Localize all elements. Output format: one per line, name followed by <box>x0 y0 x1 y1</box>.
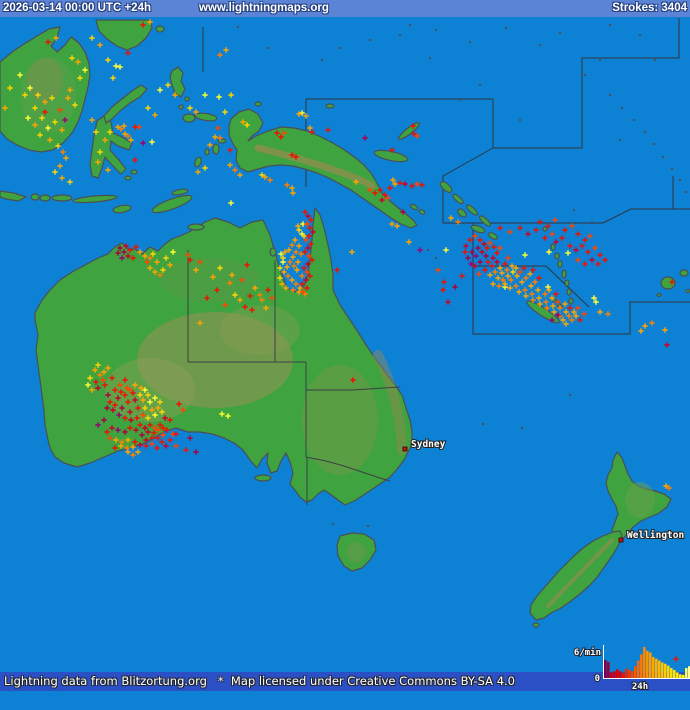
histogram-bar <box>610 672 613 678</box>
city-marker <box>618 537 624 543</box>
lightning-map[interactable]: Sydney Wellington 6/min 0 24h <box>0 0 690 691</box>
city-label: Sydney <box>411 439 446 450</box>
histogram-bar <box>619 671 622 678</box>
histogram-bar <box>607 661 610 678</box>
histogram-bar <box>676 672 679 678</box>
histogram-bar <box>661 662 664 678</box>
histogram-bar <box>613 671 616 678</box>
top-status-bar: 2026-03-14 00:00 UTC +24h www.lightningm… <box>0 0 690 17</box>
histogram-bar <box>646 650 649 678</box>
city-marker <box>402 446 408 452</box>
histogram-bar <box>649 652 652 678</box>
histogram-bar <box>637 660 640 678</box>
strokes-counter: Strokes: 3404 <box>612 2 687 14</box>
histogram-bar <box>604 660 607 678</box>
histogram-bar <box>682 674 685 678</box>
histogram-bar <box>679 674 682 678</box>
histogram-bar <box>625 668 628 678</box>
histogram-rate-label: 6/min <box>574 647 601 658</box>
histogram-bar <box>658 660 661 678</box>
histogram-bar <box>640 654 643 678</box>
histogram-bar <box>643 647 646 678</box>
histogram-bar <box>616 669 619 678</box>
city-label: Wellington <box>627 530 684 541</box>
histogram-bar <box>652 656 655 678</box>
histogram-bar <box>664 663 667 678</box>
lightningmaps-page: { "header": { "timestamp": "2026-03-14 0… <box>0 0 690 691</box>
site-title-link[interactable]: www.lightningmaps.org <box>199 0 329 17</box>
histogram-bar <box>667 665 670 678</box>
histogram-bar <box>670 668 673 678</box>
histogram-bar <box>673 669 676 678</box>
histogram-bar <box>631 671 634 678</box>
histogram-bar <box>634 666 637 678</box>
map-timestamp: 2026-03-14 00:00 UTC +24h <box>3 2 151 14</box>
histogram-bar <box>655 658 658 678</box>
histogram-bar <box>685 668 688 678</box>
histogram-zero-label: 0 <box>595 674 600 684</box>
histogram-bar <box>622 673 625 678</box>
histogram-time-label: 24h <box>632 682 648 691</box>
histogram-bar <box>628 669 631 678</box>
